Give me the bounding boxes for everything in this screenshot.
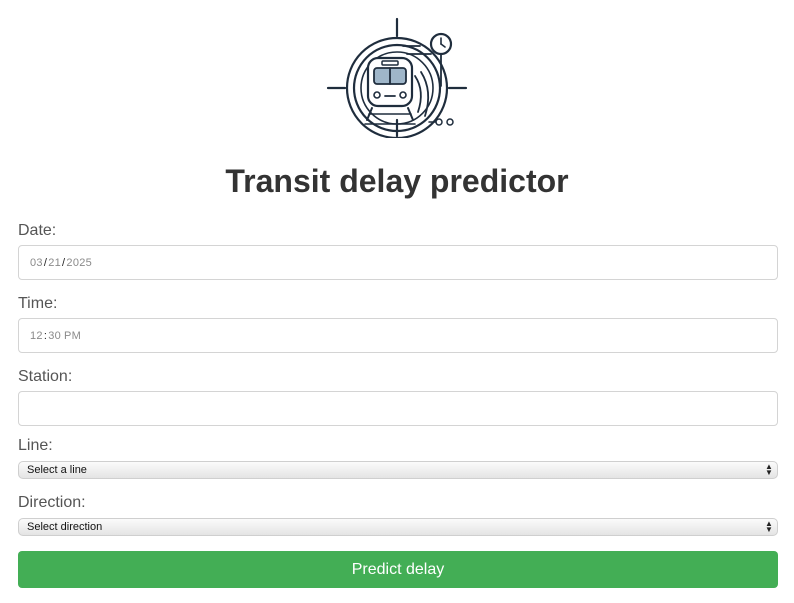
date-label: Date: [18,222,57,239]
direction-select-value: Select direction [27,521,103,533]
date-input[interactable]: 03/21/2025 [18,245,778,280]
predict-delay-button[interactable]: Predict delay [18,551,778,588]
direction-label: Direction: [18,494,86,511]
line-label: Line: [18,437,53,454]
train-compass-icon [326,17,468,138]
time-ampm[interactable]: PM [61,330,81,342]
select-arrows-icon: ▲ ▼ [765,462,773,477]
time-label: Time: [18,295,58,312]
page: Transit delay predictor Date: 03/21/2025… [0,0,794,603]
time-hour[interactable]: 12 [30,330,43,342]
date-year[interactable]: 2025 [66,257,92,269]
time-input[interactable]: 12:30 PM [18,318,778,353]
time-minute[interactable]: 30 [48,330,61,342]
page-title: Transit delay predictor [225,163,569,199]
station-input[interactable] [18,391,778,426]
line-select[interactable]: Select a line ▲ ▼ [18,461,778,479]
line-select-value: Select a line [27,464,87,476]
direction-select[interactable]: Select direction ▲ ▼ [18,518,778,536]
station-label: Station: [18,368,73,385]
date-month[interactable]: 03 [30,257,43,269]
date-day[interactable]: 21 [48,257,61,269]
select-arrows-icon: ▲ ▼ [765,519,773,534]
